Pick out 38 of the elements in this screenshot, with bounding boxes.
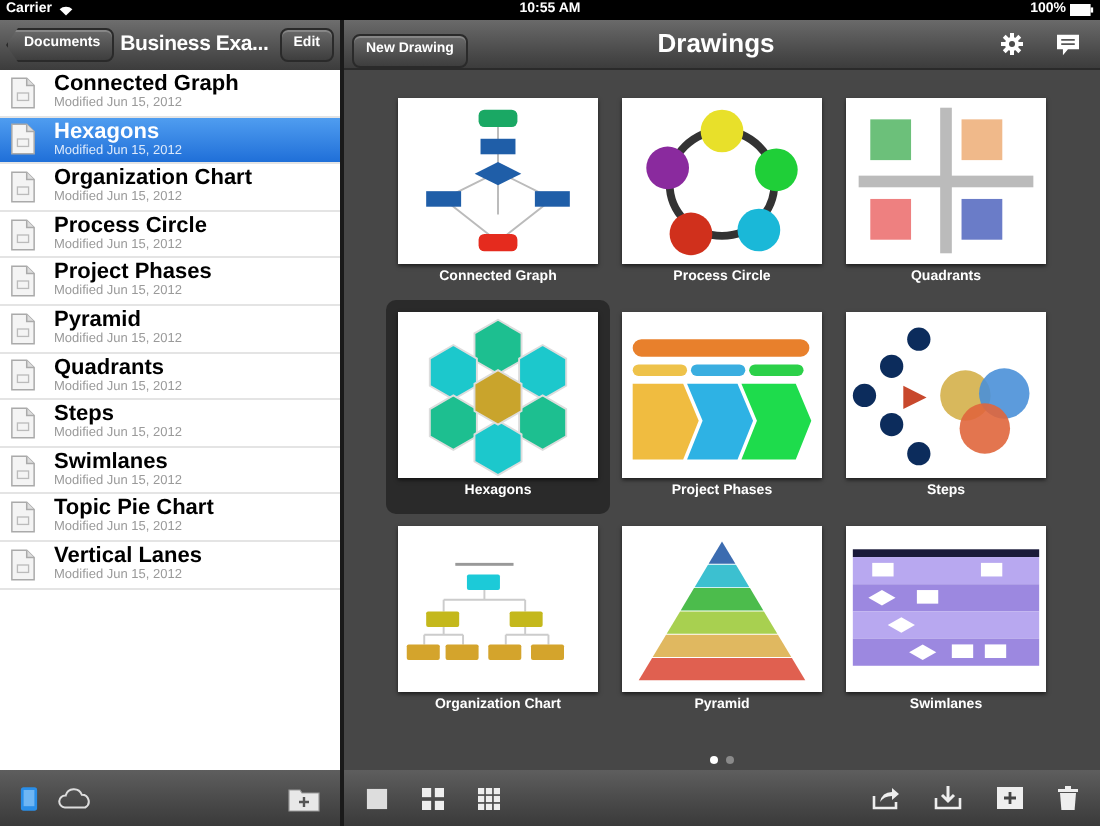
document-icon xyxy=(10,453,36,488)
document-title: Steps xyxy=(54,404,116,427)
add-icon[interactable] xyxy=(996,786,1024,810)
document-icon xyxy=(10,547,36,582)
cloud-icon[interactable] xyxy=(58,787,92,809)
download-icon[interactable] xyxy=(934,786,962,810)
small-grid-icon[interactable] xyxy=(478,787,500,809)
document-icon xyxy=(10,217,36,252)
tablet-icon[interactable] xyxy=(20,785,38,811)
document-title: Process Circle xyxy=(54,215,207,238)
document-icon xyxy=(10,500,36,535)
document-icon xyxy=(10,122,36,157)
document-title: Hexagons xyxy=(54,121,162,144)
comment-icon[interactable] xyxy=(1056,33,1081,55)
drawings-title: Drawings xyxy=(657,26,775,63)
settings-icon[interactable] xyxy=(1000,32,1025,56)
single-view-icon[interactable] xyxy=(366,787,388,809)
new-folder-icon[interactable] xyxy=(288,785,320,811)
document-icon xyxy=(10,264,36,299)
document-icon xyxy=(10,311,36,346)
document-title: Quadrants xyxy=(54,357,167,380)
share-icon[interactable] xyxy=(872,786,900,810)
wifi-icon xyxy=(57,4,74,16)
document-icon xyxy=(10,169,36,204)
document-title: Connected Graph xyxy=(54,74,239,97)
document-title: Pyramid xyxy=(54,310,143,333)
grid-icon[interactable] xyxy=(422,787,444,809)
document-icon xyxy=(10,358,36,393)
document-icon xyxy=(10,75,36,110)
document-title: Swimlanes xyxy=(54,451,170,474)
document-title: Project Phases xyxy=(54,262,212,285)
trash-icon[interactable] xyxy=(1058,786,1078,810)
document-title: Vertical Lanes xyxy=(54,545,202,568)
folder-title: Business Exa... xyxy=(120,29,271,60)
document-title: Organization Chart xyxy=(54,168,253,191)
document-title: Topic Pie Chart xyxy=(54,498,214,521)
battery-icon xyxy=(1070,4,1095,16)
document-icon xyxy=(10,405,36,440)
